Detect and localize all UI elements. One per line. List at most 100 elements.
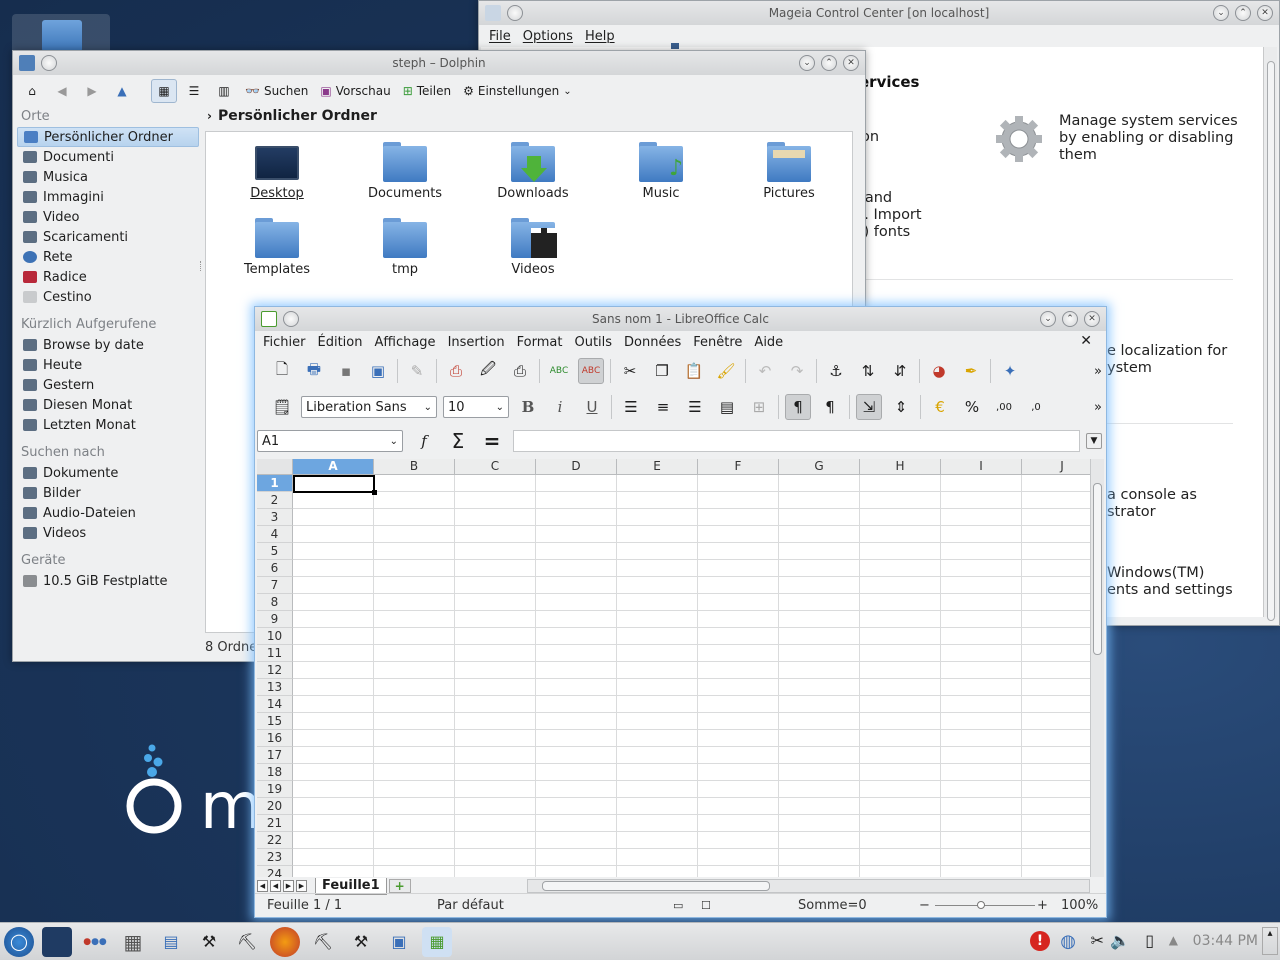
file-item-tmp[interactable]: tmp bbox=[350, 218, 460, 277]
spellcheck-icon[interactable]: ABC bbox=[546, 358, 572, 384]
panel-toolbox-icon[interactable]: ▴ bbox=[1262, 927, 1278, 955]
save-icon[interactable]: 🖶 bbox=[301, 358, 327, 384]
sort-ascending-icon[interactable]: ⇅ bbox=[855, 358, 881, 384]
italic-icon[interactable]: i bbox=[547, 394, 573, 420]
vertical-scrollbar[interactable] bbox=[1090, 459, 1104, 877]
bold-icon[interactable]: B bbox=[515, 394, 541, 420]
selection-mode-icon[interactable]: ▭ bbox=[673, 899, 683, 912]
calc-titlebar[interactable]: Sans nom 1 - LibreOffice Calc ⌄ ⌃ ✕ bbox=[255, 307, 1106, 331]
row-header[interactable]: 22 bbox=[257, 832, 293, 849]
menu-file[interactable]: File bbox=[483, 29, 517, 44]
column-header[interactable]: F bbox=[698, 459, 779, 475]
row-header[interactable]: 3 bbox=[257, 509, 293, 526]
network-icon[interactable]: ◍ bbox=[1060, 931, 1076, 952]
search-button[interactable]: 👓 Suchen bbox=[241, 78, 312, 104]
row-header[interactable]: 8 bbox=[257, 594, 293, 611]
rtl-icon[interactable]: ¶ bbox=[817, 394, 843, 420]
column-header[interactable]: I bbox=[941, 459, 1022, 475]
show-draw-icon[interactable]: ✒ bbox=[958, 358, 984, 384]
row-header[interactable]: 17 bbox=[257, 747, 293, 764]
menu-format[interactable]: Format bbox=[511, 335, 569, 350]
styles-icon[interactable]: 🗒 bbox=[269, 394, 295, 420]
task-control-center[interactable]: ⛏ bbox=[308, 927, 338, 957]
sort-descending-icon[interactable]: ⇵ bbox=[887, 358, 913, 384]
file-item-desktop[interactable]: Desktop bbox=[222, 142, 332, 201]
file-item-downloads[interactable]: Downloads bbox=[478, 142, 588, 201]
row-header[interactable]: 16 bbox=[257, 730, 293, 747]
columns-view-icon[interactable]: ▥ bbox=[211, 79, 237, 103]
first-sheet-icon[interactable]: ◀ bbox=[257, 880, 268, 892]
tray-expand-icon[interactable]: ▲ bbox=[1169, 933, 1178, 947]
spreadsheet-grid[interactable]: A B C D E F G H I J 1 2 3 4 5 6 7 8 9 10 11 12 13 14 15 16 17 18 19 2… bbox=[257, 459, 1091, 877]
vertical-align-icon[interactable]: ⇕ bbox=[888, 394, 914, 420]
paste-icon[interactable]: 📋 bbox=[681, 358, 707, 384]
device-notifier-icon[interactable]: ▯ bbox=[1145, 931, 1154, 950]
show-desktop-icon[interactable] bbox=[42, 926, 72, 957]
task-dolphin[interactable]: ▣ bbox=[384, 927, 414, 957]
panel-splitter[interactable] bbox=[200, 261, 203, 271]
menu-outils[interactable]: Outils bbox=[568, 335, 618, 350]
expand-formula-icon[interactable]: ▼ bbox=[1086, 433, 1102, 449]
minimize-button[interactable]: ⌄ bbox=[1040, 311, 1056, 327]
forward-icon[interactable]: ▶ bbox=[79, 79, 105, 103]
zoom-out-icon[interactable]: − bbox=[919, 898, 930, 913]
row-header[interactable]: 15 bbox=[257, 713, 293, 730]
back-icon[interactable]: ◀ bbox=[49, 79, 75, 103]
recent-today[interactable]: Heute bbox=[17, 355, 199, 375]
mcc-scrollbar[interactable] bbox=[1263, 47, 1277, 621]
pin-button[interactable] bbox=[41, 55, 57, 71]
active-cell[interactable] bbox=[293, 475, 377, 495]
column-header[interactable]: C bbox=[455, 459, 536, 475]
close-button[interactable]: ✕ bbox=[1257, 5, 1273, 21]
close-button[interactable]: ✕ bbox=[1084, 311, 1100, 327]
volume-icon[interactable]: 🔈 bbox=[1110, 931, 1130, 950]
column-header[interactable]: J bbox=[1022, 459, 1091, 475]
font-name-select[interactable]: Liberation Sans ⌄ bbox=[301, 396, 437, 418]
icons-view-icon[interactable]: ▦ bbox=[151, 79, 177, 103]
zoom-slider-handle[interactable] bbox=[977, 901, 985, 909]
place-immagini[interactable]: Immagini bbox=[17, 187, 199, 207]
pager-icon[interactable]: ▦ bbox=[118, 927, 148, 957]
preview-button[interactable]: ▣ Vorschau bbox=[316, 78, 394, 104]
wrap-text-icon[interactable]: ⇲ bbox=[856, 394, 882, 420]
row-header[interactable]: 19 bbox=[257, 781, 293, 798]
cut-icon[interactable]: ✂ bbox=[617, 358, 643, 384]
place-video[interactable]: Video bbox=[17, 207, 199, 227]
clone-format-icon[interactable]: 🖌 bbox=[713, 358, 739, 384]
chart-icon[interactable]: ◕ bbox=[926, 358, 952, 384]
place-musica[interactable]: Musica bbox=[17, 167, 199, 187]
column-header[interactable]: H bbox=[860, 459, 941, 475]
justify-icon[interactable]: ▤ bbox=[714, 394, 740, 420]
column-header[interactable]: G bbox=[779, 459, 860, 475]
formula-icon[interactable]: = bbox=[479, 428, 505, 454]
prev-sheet-icon[interactable]: ◀ bbox=[270, 880, 281, 892]
menu-edition[interactable]: Édition bbox=[312, 335, 369, 350]
edit-file-icon[interactable]: ▣ bbox=[365, 358, 391, 384]
row-header[interactable]: 10 bbox=[257, 628, 293, 645]
redo-icon[interactable]: ↷ bbox=[784, 358, 810, 384]
dolphin-titlebar[interactable]: steph – Dolphin ⌄ ⌃ ✕ bbox=[13, 51, 865, 75]
zoom-in-icon[interactable]: + bbox=[1037, 898, 1048, 913]
last-sheet-icon[interactable]: ▶ bbox=[296, 880, 307, 892]
row-header[interactable]: 11 bbox=[257, 645, 293, 662]
activities-icon[interactable]: ● ●● bbox=[80, 927, 110, 957]
file-item-videos[interactable]: Videos bbox=[478, 218, 588, 277]
close-button[interactable]: ✕ bbox=[843, 55, 859, 71]
horizontal-scrollbar[interactable] bbox=[527, 879, 1090, 893]
row-header[interactable]: 2 bbox=[257, 492, 293, 509]
sheet-tab[interactable]: Feuille1 bbox=[315, 877, 387, 895]
align-center-icon[interactable]: ≡ bbox=[650, 394, 676, 420]
pin-button[interactable] bbox=[283, 311, 299, 327]
column-header[interactable]: E bbox=[617, 459, 698, 475]
close-document-icon[interactable]: ✕ bbox=[1074, 333, 1098, 349]
firefox-icon[interactable] bbox=[270, 926, 300, 957]
undo-icon[interactable]: ↶ bbox=[752, 358, 778, 384]
row-header[interactable]: 13 bbox=[257, 679, 293, 696]
minimize-button[interactable]: ⌄ bbox=[799, 55, 815, 71]
share-button[interactable]: ⊞ Teilen bbox=[399, 78, 455, 104]
mcc-titlebar[interactable]: Mageia Control Center [on localhost] ⌄ ⌃… bbox=[479, 1, 1279, 25]
row-header[interactable]: 23 bbox=[257, 849, 293, 866]
column-header[interactable]: B bbox=[374, 459, 455, 475]
recent-last-month[interactable]: Letzten Monat bbox=[17, 415, 199, 435]
function-wizard-icon[interactable]: 𝑓 bbox=[411, 428, 437, 454]
